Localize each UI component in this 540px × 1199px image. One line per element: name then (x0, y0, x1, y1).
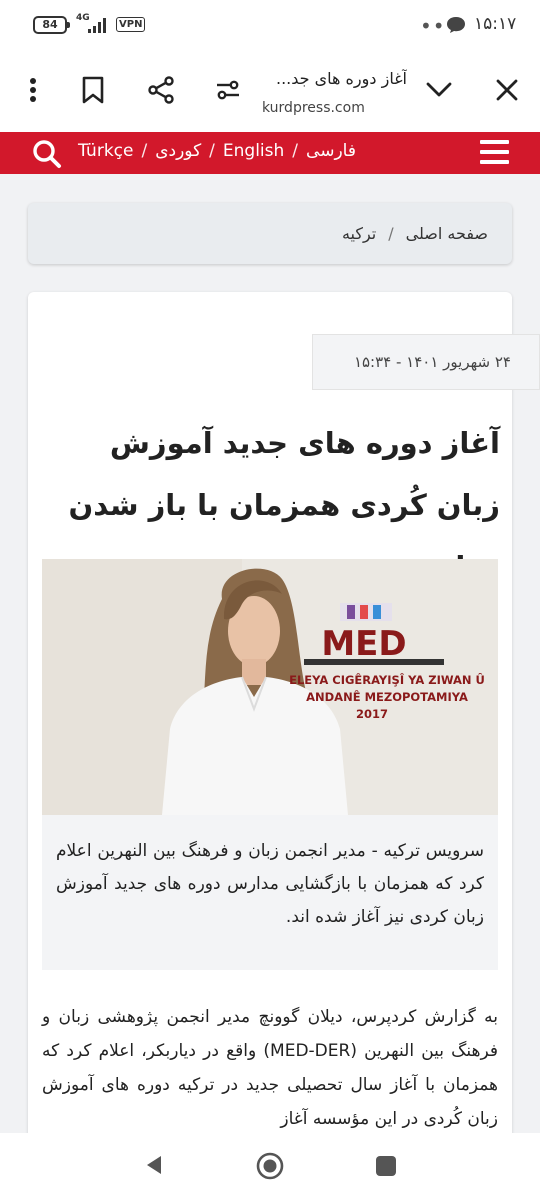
photo-logo-year: 2017 (356, 707, 388, 721)
battery-icon: 84 (33, 16, 70, 34)
article-date: ۲۴ شهریور ۱۴۰۱ - ۱۵:۳۴ (312, 334, 540, 390)
article-body: به گزارش کردپرس، دیلان گوونچ مدیر انجمن … (42, 1007, 499, 1129)
breadcrumb-separator: / (388, 224, 394, 243)
status-bar: 84 4G VPN ••• ۱۵:۱۷ (0, 0, 540, 52)
signal-icon (88, 18, 106, 33)
page-settings-icon[interactable] (210, 72, 246, 108)
lang-kurdish[interactable]: کوردی (155, 141, 201, 161)
photo-logo-text: MED (321, 624, 406, 664)
article-photo[interactable]: MED ELEYA CIGÊRAYIŞÎ YA ZIWAN Û ANDANÊ M… (42, 559, 498, 815)
lang-separator: / (209, 141, 215, 161)
lang-persian[interactable]: فارسی (306, 141, 356, 161)
breadcrumb-home[interactable]: صفحه اصلی (406, 224, 488, 243)
page-title[interactable]: آغاز دوره های جد... (262, 69, 407, 88)
vpn-badge: VPN (116, 17, 146, 32)
lang-english[interactable]: English (223, 141, 284, 161)
breadcrumb-current[interactable]: ترکیه (342, 224, 376, 243)
menu-dots-icon[interactable] (15, 72, 51, 108)
language-links: Türkçe / کوردی / English / فارسی (78, 141, 356, 161)
system-nav-bar (0, 1133, 540, 1199)
lang-turkish[interactable]: Türkçe (78, 141, 133, 161)
photo-caption: سرویس ترکیه - مدیر انجمن زبان و فرهنگ بی… (42, 815, 498, 970)
bookmark-icon[interactable] (75, 72, 111, 108)
site-nav: Türkçe / کوردی / English / فارسی (0, 132, 540, 174)
page-url[interactable]: kurdpress.com (262, 100, 365, 116)
lang-separator: / (141, 141, 148, 161)
chevron-down-icon[interactable] (421, 72, 457, 108)
share-icon[interactable] (143, 72, 179, 108)
message-icon (447, 17, 465, 33)
photo-logo-line2: ANDANÊ MEZOPOTAMIYA (306, 689, 468, 704)
home-icon[interactable] (256, 1152, 284, 1180)
lang-separator: / (292, 141, 299, 161)
search-icon[interactable] (32, 139, 62, 169)
photo-logo-line1: ELEYA CIGÊRAYIŞÎ YA ZIWAN Û (289, 672, 485, 687)
breadcrumb: صفحه اصلی / ترکیه (28, 203, 512, 264)
hamburger-menu-icon[interactable] (480, 140, 510, 166)
photo-illustration: MED ELEYA CIGÊRAYIŞÎ YA ZIWAN Û ANDANÊ M… (42, 559, 498, 815)
recent-apps-icon[interactable] (375, 1155, 397, 1177)
close-icon[interactable] (489, 72, 525, 108)
battery-level: 84 (42, 18, 58, 31)
back-icon[interactable] (144, 1154, 164, 1176)
clock: ۱۵:۱۷ (474, 14, 517, 34)
browser-toolbar: آغاز دوره های جد... kurdpress.com (0, 52, 540, 132)
